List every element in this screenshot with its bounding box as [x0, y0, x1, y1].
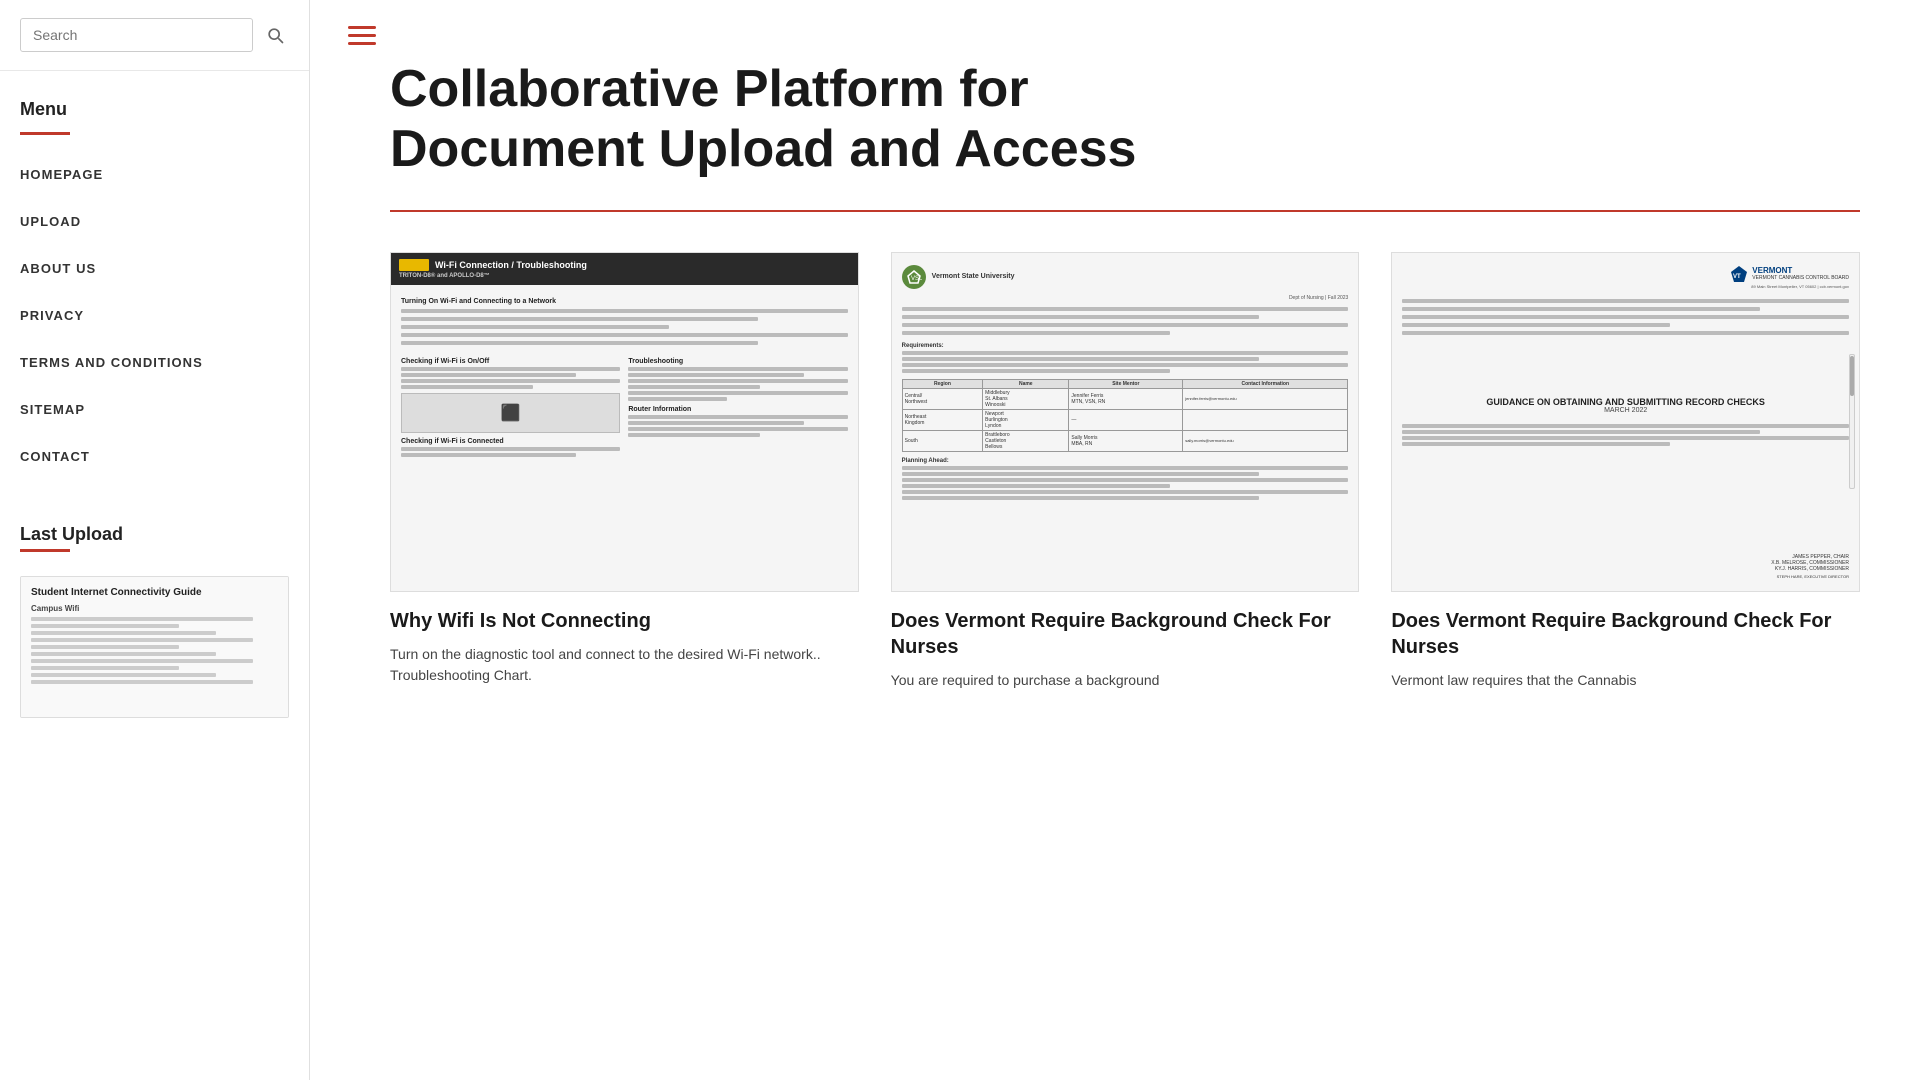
doc3-vt-text: VERMONT Vermont Cannabis Control Board [1752, 266, 1849, 281]
doc3-logo-row: VT VERMONT Vermont Cannabis Control Boar… [1730, 265, 1849, 283]
doc2-logo: VSU [902, 265, 926, 289]
table-row: Central/Northwest MiddleburySt. AlbansWi… [902, 388, 1348, 409]
snapon-logo [399, 259, 429, 271]
menu-label: Menu [0, 71, 309, 128]
vt-state-logo-icon: VSU [906, 269, 922, 285]
doc-line-5 [31, 645, 179, 649]
doc-line-6 [31, 652, 216, 656]
sidebar-item-about-us[interactable]: ABOUT US [0, 245, 309, 292]
hamburger-menu[interactable] [340, 18, 384, 53]
doc3-title-block: GUIDANCE ON OBTAINING AND SUBMITTING REC… [1402, 397, 1849, 414]
doc2-uni-name: Vermont State University [932, 273, 1015, 280]
main-divider [390, 210, 1860, 212]
sidebar-item-terms[interactable]: TERMS AND CONDITIONS [0, 339, 309, 386]
doc2-date: Dept of Nursing | Fall 2023 [902, 295, 1349, 301]
doc-card-vermont-1[interactable]: VSU Vermont State University Dept of Nur… [891, 252, 1360, 691]
doc1-col-right: Troubleshooting Router Information [628, 353, 847, 459]
last-upload-preview-inner: Student Internet Connectivity Guide Camp… [21, 577, 288, 717]
search-icon [265, 25, 285, 45]
sidebar-item-privacy[interactable]: PRIVACY [0, 292, 309, 339]
last-upload-doc-title: Student Internet Connectivity Guide [31, 587, 278, 598]
hamburger-line-2 [348, 34, 376, 37]
doc1-subtitle: TRITON-D8® and APOLLO-D8™ [399, 273, 850, 279]
doc-thumbnail-vermont-1: VSU Vermont State University Dept of Nur… [892, 253, 1359, 591]
table-row: South BrattleboroCastletonBellows Sally … [902, 430, 1348, 451]
scrollbar-track [1849, 354, 1855, 489]
search-input[interactable] [20, 18, 253, 52]
last-upload-preview[interactable]: Student Internet Connectivity Guide Camp… [20, 576, 289, 718]
doc3-header: VT VERMONT Vermont Cannabis Control Boar… [1402, 265, 1849, 289]
page-title: Collaborative Platform for Document Uplo… [390, 60, 1290, 180]
doc3-guidance-title: GUIDANCE ON OBTAINING AND SUBMITTING REC… [1402, 397, 1849, 407]
doc2-table: Region Name Site Mentor Contact Informat… [902, 379, 1349, 452]
docs-grid: Wi-Fi Connection / Troubleshooting TRITO… [390, 252, 1860, 691]
hamburger-line-3 [348, 42, 376, 45]
doc1-brand: Wi-Fi Connection / Troubleshooting [399, 259, 850, 271]
doc3-signatures: JAMES PEPPER, CHAIR X.B. MELROSE, COMMIS… [1402, 538, 1849, 579]
doc1-header: Wi-Fi Connection / Troubleshooting TRITO… [391, 253, 858, 285]
vt-logo-icon: VT [1730, 265, 1748, 283]
doc3-org-name: Vermont Cannabis Control Board [1752, 275, 1849, 281]
doc-line-4 [31, 638, 253, 642]
doc-card-wifi[interactable]: Wi-Fi Connection / Troubleshooting TRITO… [390, 252, 859, 691]
sidebar-item-homepage[interactable]: HOMEPAGE [0, 151, 309, 198]
menu-title-text: Menu [20, 99, 67, 119]
doc3-logo-area: VT VERMONT Vermont Cannabis Control Boar… [1730, 265, 1849, 289]
doc1-device-img: ⬛ [401, 393, 620, 433]
doc-card-vermont-2[interactable]: VT VERMONT Vermont Cannabis Control Boar… [1391, 252, 1860, 691]
last-upload-underline [20, 549, 70, 552]
doc2-planning-ahead: Planning Ahead: [902, 458, 1349, 502]
doc-line-2 [31, 624, 179, 628]
doc-thumbnail-vermont-2: VT VERMONT Vermont Cannabis Control Boar… [1392, 253, 1859, 591]
doc-line-3 [31, 631, 216, 635]
sidebar-item-contact[interactable]: CONTACT [0, 433, 309, 480]
doc1-two-col: Checking if Wi-Fi is On/Off ⬛ Checking i… [401, 353, 848, 459]
last-upload-label: Last Upload [20, 524, 289, 545]
doc1-wifi-title: Wi-Fi Connection / Troubleshooting [435, 260, 587, 270]
hamburger-line-1 [348, 26, 376, 29]
doc1-col-left: Checking if Wi-Fi is On/Off ⬛ Checking i… [401, 353, 620, 459]
doc-line-1 [31, 617, 253, 621]
doc-card-vermont-1-img: VSU Vermont State University Dept of Nur… [891, 252, 1360, 592]
sidebar-nav: HOMEPAGE UPLOAD ABOUT US PRIVACY TERMS A… [0, 135, 309, 496]
doc2-requirements: Requirements: [902, 343, 1349, 375]
sidebar-item-upload[interactable]: UPLOAD [0, 198, 309, 245]
doc-line-9 [31, 673, 216, 677]
doc2-header: VSU Vermont State University [902, 265, 1349, 289]
search-button[interactable] [261, 21, 289, 49]
doc-card-vermont-2-img: VT VERMONT Vermont Cannabis Control Boar… [1391, 252, 1860, 592]
doc-thumbnail-wifi: Wi-Fi Connection / Troubleshooting TRITO… [391, 253, 858, 591]
doc1-sec1: Turning On Wi-Fi and Connecting to a Net… [401, 298, 848, 305]
card-vermont-1-title: Does Vermont Require Background Check Fo… [891, 608, 1360, 660]
doc-line-8 [31, 666, 179, 670]
card-vermont-2-title: Does Vermont Require Background Check Fo… [1391, 608, 1860, 660]
doc-card-wifi-img: Wi-Fi Connection / Troubleshooting TRITO… [390, 252, 859, 592]
doc3-body [1402, 422, 1849, 448]
search-area [0, 0, 309, 71]
card-vermont-1-desc: You are required to purchase a backgroun… [891, 670, 1360, 691]
last-upload-section: Last Upload [0, 496, 309, 560]
card-wifi-title: Why Wifi Is Not Connecting [390, 608, 859, 634]
svg-text:VT: VT [1733, 274, 1741, 280]
card-vermont-2-desc: Vermont law requires that the Cannabis [1391, 670, 1860, 691]
main-content: Collaborative Platform for Document Uplo… [310, 0, 1920, 1080]
doc-line-10 [31, 680, 253, 684]
doc3-guidance-date: MARCH 2022 [1402, 407, 1849, 414]
sidebar-item-sitemap[interactable]: SITEMAP [0, 386, 309, 433]
doc-line-7 [31, 659, 253, 663]
last-upload-doc-subtitle: Campus Wifi [31, 604, 278, 613]
sidebar: Menu HOMEPAGE UPLOAD ABOUT US PRIVACY TE… [0, 0, 310, 1080]
svg-text:VSU: VSU [911, 276, 922, 282]
table-row: NortheastKingdom NewportBurlingtonLyndon… [902, 409, 1348, 430]
card-wifi-desc: Turn on the diagnostic tool and connect … [390, 644, 859, 686]
scrollbar-thumb [1850, 356, 1854, 396]
